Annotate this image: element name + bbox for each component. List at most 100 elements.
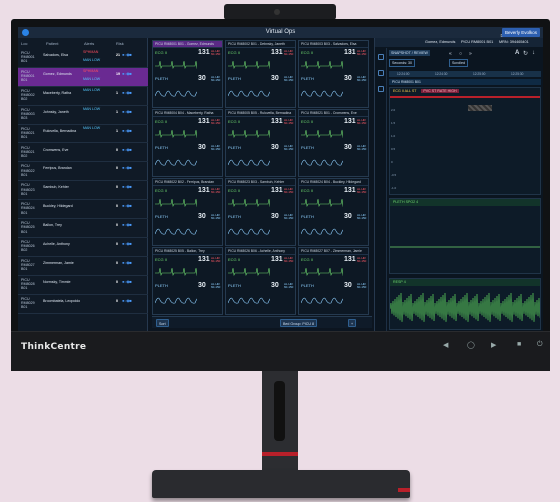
sort-button[interactable]: Sort bbox=[156, 319, 169, 327]
patient-row[interactable]: PICU RM8022 B01 Ferripus, Brandan 0 ●○◉■ bbox=[18, 162, 148, 182]
font-size-icon[interactable]: A bbox=[515, 50, 519, 56]
row-action-icons[interactable]: ●○◉■ bbox=[122, 147, 132, 152]
ecg-panel-label: ECG II ALL ST bbox=[393, 89, 417, 93]
patient-tile[interactable]: PICU RM8001 B01 - Gomez, Edmunds ECG II 13… bbox=[152, 40, 223, 108]
timeline-bar[interactable]: 12:24:00 12:24:30 12:25:00 12:25:30 bbox=[389, 71, 541, 77]
row-patient-name: Ballon, Trey bbox=[43, 223, 62, 228]
brand-logo: ThinkCentre bbox=[21, 342, 87, 352]
title-bar: Virtual Ops Dark Beverly Evolkos bbox=[18, 27, 543, 38]
patient-row[interactable]: PICU RM8003 B03 Johnsky, Janeth MAN LOW 1 ●○… bbox=[18, 106, 148, 125]
monitor-stand-neck bbox=[262, 371, 298, 475]
col-header-loc[interactable]: Loc bbox=[21, 41, 27, 46]
row-action-icons[interactable]: ●○◉■ bbox=[122, 298, 132, 303]
tile-spo2-note: AL HR 60-150 bbox=[284, 75, 294, 83]
row-risk-score: 0 bbox=[116, 242, 118, 246]
patient-tile[interactable]: PICU RM8022 B02 - Ferripus, Brandan ECG I… bbox=[152, 178, 223, 246]
snapshot-button[interactable]: SNAPSHOT / REVIEW bbox=[389, 50, 430, 56]
row-patient-name: Buckley, Hildegard bbox=[43, 204, 73, 209]
tile-ecg-trace bbox=[228, 267, 270, 276]
tile-ecg-trace bbox=[155, 198, 197, 207]
patient-row[interactable]: PICU RM8023 B01 Sambuh, Kehler 0 ●○◉■ bbox=[18, 181, 148, 201]
tile-hr-alarm: AL HR 60-150 bbox=[284, 49, 294, 57]
app-logo-icon bbox=[22, 29, 29, 36]
monitor-button-2[interactable]: ◯ bbox=[467, 341, 475, 349]
patient-tile[interactable]: PICU RM8027 B07 - Zimmerman, Jamie ECG II… bbox=[298, 247, 369, 315]
add-button[interactable]: + bbox=[348, 319, 357, 327]
nav-waveform-icon[interactable] bbox=[378, 54, 384, 60]
row-action-icons[interactable]: ●○◉■ bbox=[122, 185, 132, 189]
patient-tile[interactable]: PICU RM8021 B01 - Cromwens, Eve ECG II 131… bbox=[298, 109, 369, 177]
app-title: Virtual Ops bbox=[265, 29, 296, 35]
webcam bbox=[224, 4, 336, 20]
patient-tile[interactable]: PICU RM8023 B03 - Sambuh, Kehler ECG II 13… bbox=[225, 178, 296, 246]
row-action-icons[interactable]: ●○◉■ bbox=[122, 279, 132, 284]
download-icon[interactable]: ↓ bbox=[532, 50, 535, 56]
row-action-icons[interactable]: ●○◉■ bbox=[122, 203, 132, 208]
patient-row[interactable]: PICU RM8021 B01 Rulovella, Bernadina MAN L… bbox=[18, 125, 148, 144]
refresh-icon[interactable]: ↻ bbox=[523, 50, 528, 57]
tile-spo2-note: AL HR 60-150 bbox=[357, 144, 367, 152]
tile-spo2-note: AL HR 60-150 bbox=[357, 75, 367, 83]
stand-accent-stripe bbox=[262, 452, 298, 456]
tile-pleth-label: PLETH bbox=[301, 76, 314, 81]
patient-row[interactable]: PICU RM8026 B02 Achelle, Anthony 0 ●○◉■ bbox=[18, 238, 148, 257]
monitor-button-4[interactable]: ■ bbox=[517, 341, 521, 348]
col-header-patient[interactable]: Patient bbox=[46, 41, 58, 46]
row-action-icons[interactable]: ●○◉■ bbox=[122, 222, 132, 227]
tile-pleth-trace bbox=[301, 159, 343, 166]
row-action-icons[interactable]: ●○◉■ bbox=[122, 90, 132, 95]
patient-row[interactable]: PICU RM8028 B01 Normsky, Timmie 0 ●○◉■ bbox=[18, 276, 148, 295]
col-header-risk[interactable]: Risk bbox=[116, 41, 124, 46]
row-action-icons[interactable]: ●○◉■ bbox=[122, 128, 132, 133]
patient-row[interactable]: PICU RM8001 B01 Salvadors, Elsa SPHMAN MAN … bbox=[18, 49, 148, 68]
patient-tile[interactable]: PICU RM8026 B06 - Achelle, Anthony ECG II… bbox=[225, 247, 296, 315]
monitor-button-3[interactable]: ▶ bbox=[491, 341, 496, 349]
nav-settings-icon[interactable] bbox=[378, 70, 384, 76]
row-alert: MAN LOW bbox=[83, 87, 101, 92]
row-risk-score: 1 bbox=[116, 90, 118, 95]
row-alert: SPHMAN bbox=[83, 50, 99, 54]
patient-row[interactable]: PICU RM8001 B01 Gomez, Edmunds SPHMAN MAN L… bbox=[18, 67, 148, 87]
patient-tile[interactable]: PICU RM8024 B04 - Buckley, Hildegard ECG … bbox=[298, 178, 369, 246]
tile-title: PICU RM8004 B04 - Maceberty, Ratha bbox=[153, 110, 222, 117]
patient-tile[interactable]: PICU RM8025 B05 - Ballon, Trey ECG II 131 A… bbox=[152, 247, 223, 315]
tile-spo2-note: AL HR 60-150 bbox=[284, 213, 294, 221]
patient-tile[interactable]: PICU RM8002 B01 - Debnsky, Janeth ECG II 1… bbox=[225, 40, 296, 108]
power-button[interactable]: ⏻ bbox=[537, 341, 543, 349]
row-action-icons[interactable]: ●○◉■ bbox=[122, 52, 132, 57]
patient-tile[interactable]: PICU RM8003 B03 - Salvadors, Elsa ECG II 1… bbox=[298, 40, 369, 108]
monitor-button-1[interactable]: ◀ bbox=[443, 341, 448, 349]
row-action-icons[interactable]: ●○◉■ bbox=[122, 260, 132, 265]
duration-select[interactable]: Seconds: 30 bbox=[389, 59, 415, 67]
row-risk-score: 19 bbox=[116, 71, 120, 76]
tile-pleth-trace bbox=[155, 90, 197, 97]
group-select[interactable]: Bed Group: PICU 8 bbox=[280, 319, 317, 327]
next-page-icon[interactable]: » bbox=[469, 51, 472, 57]
tile-spo2-note: AL HR 60-150 bbox=[211, 144, 221, 152]
patient-row[interactable]: PICU RM8024 B01 Buckley, Hildegard 0 ●○◉■ bbox=[18, 200, 148, 220]
row-risk-score: 0 bbox=[116, 279, 118, 284]
patient-tile[interactable]: PICU RM8005 B05 - Rulovella, Bernadina EC… bbox=[225, 109, 296, 177]
patient-row[interactable]: PICU RM8027 B01 Zimmerman, Jamie 0 ●○◉■ bbox=[18, 257, 148, 276]
prev-page-icon[interactable]: « bbox=[449, 51, 452, 57]
tile-pleth-label: PLETH bbox=[301, 283, 314, 288]
patient-row[interactable]: PICU RM8025 B01 Ballon, Trey 0 ●○◉■ bbox=[18, 219, 148, 238]
patient-tile[interactable]: PICU RM8004 B04 - Maceberty, Ratha ECG II… bbox=[152, 109, 223, 177]
user-menu-button[interactable]: Beverly Evolkos bbox=[501, 28, 540, 37]
col-header-alerts[interactable]: Alerts bbox=[84, 41, 94, 46]
nav-alarms-icon[interactable] bbox=[378, 86, 384, 92]
row-action-icons[interactable]: ●○◉■ bbox=[122, 71, 132, 76]
patient-row[interactable]: PICU RM8002 B02 Maceberty, Ratha MAN LOW 1 ●… bbox=[18, 87, 148, 106]
row-action-icons[interactable]: ●○◉■ bbox=[122, 109, 132, 114]
tile-hr-alarm: AL HR 60-150 bbox=[284, 256, 294, 264]
patient-row[interactable]: PICU RM8029 B01 Broombatela, Leopoldo 0 ●○◉… bbox=[18, 295, 148, 314]
pleth-panel-label: PLETH SPO2 4 bbox=[390, 199, 540, 206]
detail-location: PICU RM8001 B01 bbox=[461, 40, 494, 44]
patient-row[interactable]: PICU RM8021 B02 Cromwens, Eve 0 ●○◉■ bbox=[18, 144, 148, 163]
row-action-icons[interactable]: ●○◉■ bbox=[122, 166, 132, 170]
scroll-select[interactable]: Scrolled bbox=[449, 59, 468, 67]
row-alert: SPHMAN bbox=[83, 68, 99, 73]
zoom-search-icon[interactable]: ○ bbox=[459, 51, 462, 57]
row-action-icons[interactable]: ●○◉■ bbox=[122, 241, 132, 246]
tile-ecg-trace bbox=[301, 267, 343, 276]
